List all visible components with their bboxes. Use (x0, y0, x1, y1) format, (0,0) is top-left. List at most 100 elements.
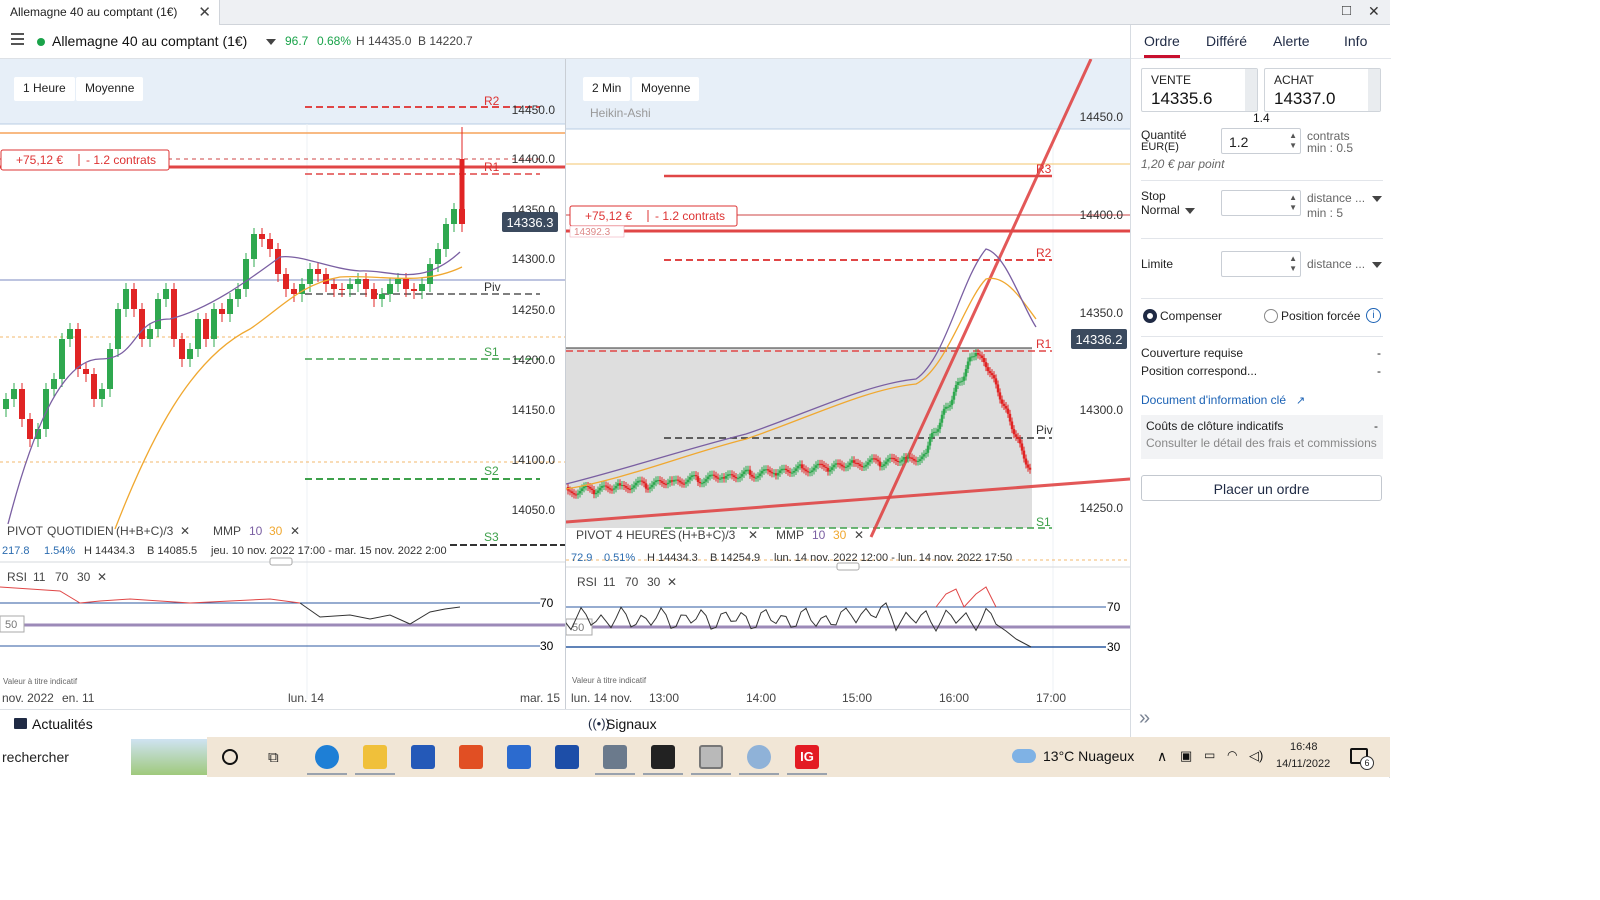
tab-differe[interactable]: Différé (1206, 33, 1247, 49)
rsi-legend-close[interactable]: ✕ (667, 575, 677, 589)
candle-body (626, 487, 630, 490)
external-link-icon[interactable]: ↗ (1296, 394, 1305, 407)
clock-date[interactable]: 14/11/2022 (1276, 758, 1330, 770)
office-icon[interactable] (459, 745, 483, 769)
menu-icon[interactable] (11, 33, 24, 45)
ma-legend-10: 10 (249, 524, 263, 538)
candle-body (968, 357, 972, 362)
file-explorer-icon[interactable] (363, 745, 387, 769)
chart-hourly-canvas[interactable]: R2 R1 Piv S1 S2 S3 14450.0 14400.0 14350… (0, 59, 565, 709)
rsi-level-30: 30 (540, 639, 554, 653)
radio-position-forcee[interactable] (1264, 309, 1278, 323)
candle-body (67, 329, 73, 339)
chart-2min-canvas[interactable]: R3 R2 R1 Piv S1 Heikin-Ashi 14450.0 1440… (565, 58, 1131, 709)
chart-hourly[interactable]: R2 R1 Piv S1 S2 S3 14450.0 14400.0 14350… (0, 59, 565, 709)
weather-text[interactable]: 13°C Nuageux (1043, 748, 1134, 764)
costs-detail-link[interactable]: Consulter le détail des frais et commiss… (1146, 436, 1377, 450)
candle-body (596, 490, 600, 493)
network-icon[interactable]: ▣ (1180, 748, 1192, 764)
candle-body (802, 468, 806, 470)
stop-distance-input[interactable]: ▲ ▼ (1221, 190, 1301, 216)
candle-body (323, 274, 329, 284)
quantity-stepper[interactable]: 1.2 ▲ ▼ (1221, 128, 1301, 154)
buy-price-button[interactable]: ACHAT 14337.0 (1264, 68, 1381, 112)
rsi-legend-close[interactable]: ✕ (97, 570, 107, 584)
limit-distance-input[interactable]: ▲ ▼ (1221, 251, 1301, 277)
candle-body (830, 467, 834, 470)
ig-icon[interactable]: IG (795, 745, 819, 769)
search-input[interactable]: rechercher (2, 749, 69, 765)
chevron-down-icon[interactable] (266, 39, 276, 45)
pane-resize-handle[interactable] (836, 562, 860, 571)
calculator-icon[interactable] (603, 745, 627, 769)
search-highlight-image (131, 739, 207, 775)
sticky-notes-icon[interactable] (651, 745, 675, 769)
pivot-legend-close[interactable]: ✕ (180, 524, 190, 538)
sell-price-button[interactable]: VENTE 14335.6 (1141, 68, 1258, 112)
interval-button[interactable]: 1 Heure (14, 77, 75, 101)
volume-icon[interactable]: ◁) (1249, 748, 1263, 764)
news-tab[interactable]: Actualités (32, 716, 93, 732)
indicator-button[interactable]: Moyenne (632, 77, 700, 101)
paint-icon[interactable] (747, 745, 771, 769)
ma-legend-close[interactable]: ✕ (290, 524, 300, 538)
pane-resize-handle[interactable] (269, 557, 293, 566)
pivot-legend-close[interactable]: ✕ (748, 528, 758, 542)
maximize-icon[interactable]: □ (1342, 2, 1351, 19)
app-icon[interactable] (555, 745, 579, 769)
stat-high: H 14434.3 (647, 552, 698, 564)
chevron-down-icon[interactable] (1372, 196, 1382, 202)
store-icon[interactable] (411, 745, 435, 769)
disclaimer: Valeur à titre indicatif (3, 677, 78, 686)
close-window-icon[interactable]: ✕ (1368, 3, 1380, 20)
candle-body (1016, 436, 1020, 440)
chart-type-label: Heikin-Ashi (590, 106, 651, 120)
radio-compenser[interactable] (1143, 309, 1157, 323)
ma-legend-close[interactable]: ✕ (854, 528, 864, 542)
collapse-panel-icon[interactable]: » (1139, 707, 1150, 730)
stepper-arrows-icon[interactable]: ▲ ▼ (1289, 193, 1297, 213)
kid-document-link[interactable]: Document d'information clé (1141, 393, 1286, 407)
candle-body (131, 289, 137, 309)
mail-icon[interactable] (507, 745, 531, 769)
tab-alerte[interactable]: Alerte (1273, 33, 1310, 49)
indicator-button[interactable]: Moyenne (76, 77, 144, 101)
tab-ordre[interactable]: Ordre (1144, 33, 1180, 58)
candle-body (976, 353, 980, 355)
battery-icon[interactable]: ▭ (1204, 748, 1215, 762)
chevron-down-icon[interactable] (1372, 262, 1382, 268)
stepper-arrows-icon[interactable]: ▲ ▼ (1289, 131, 1297, 151)
y-tick: 14050.0 (512, 503, 556, 517)
taskbar-search[interactable]: rechercher (0, 737, 207, 777)
ma-legend-name: MMP (776, 528, 804, 542)
place-order-button[interactable]: Placer un ordre (1141, 475, 1382, 501)
radio-compenser-label[interactable]: Compenser (1160, 309, 1222, 323)
stop-type-select[interactable]: Normal (1141, 203, 1180, 217)
candle-body (576, 493, 580, 495)
clock-time[interactable]: 16:48 (1290, 741, 1318, 753)
news-icon (14, 718, 27, 729)
candle-body (918, 459, 922, 462)
radio-position-forcee-label[interactable]: Position forcée (1281, 309, 1360, 323)
candle-body (387, 284, 393, 294)
tray-chevron-icon[interactable]: ∧ (1157, 748, 1167, 765)
chart-2min[interactable]: R3 R2 R1 Piv S1 Heikin-Ashi 14450.0 1440… (565, 58, 1131, 709)
tab-info[interactable]: Info (1344, 33, 1367, 49)
stop-distance-select[interactable]: distance ... (1307, 191, 1365, 205)
stat-change: 72.9 (571, 552, 592, 564)
candle-body (862, 466, 866, 468)
interval-button[interactable]: 2 Min (583, 77, 631, 101)
signals-tab[interactable]: Signaux (606, 716, 657, 732)
instrument-tab[interactable]: Allemagne 40 au comptant (1€) ✕ (0, 0, 220, 25)
chart-app-icon[interactable] (699, 745, 723, 769)
task-view-icon[interactable]: ⧉ (268, 749, 279, 766)
edge-icon[interactable] (315, 745, 339, 769)
chevron-down-icon[interactable] (1185, 208, 1195, 214)
stepper-arrows-icon[interactable]: ▲ ▼ (1289, 254, 1297, 274)
wifi-icon[interactable]: ◠ (1227, 748, 1237, 762)
info-icon[interactable]: i (1366, 308, 1381, 323)
cortana-icon[interactable] (222, 749, 238, 765)
instrument-selector[interactable]: Allemagne 40 au comptant (1€) (52, 33, 247, 49)
limit-distance-select[interactable]: distance ... (1307, 257, 1365, 271)
close-tab-icon[interactable]: ✕ (198, 3, 211, 21)
